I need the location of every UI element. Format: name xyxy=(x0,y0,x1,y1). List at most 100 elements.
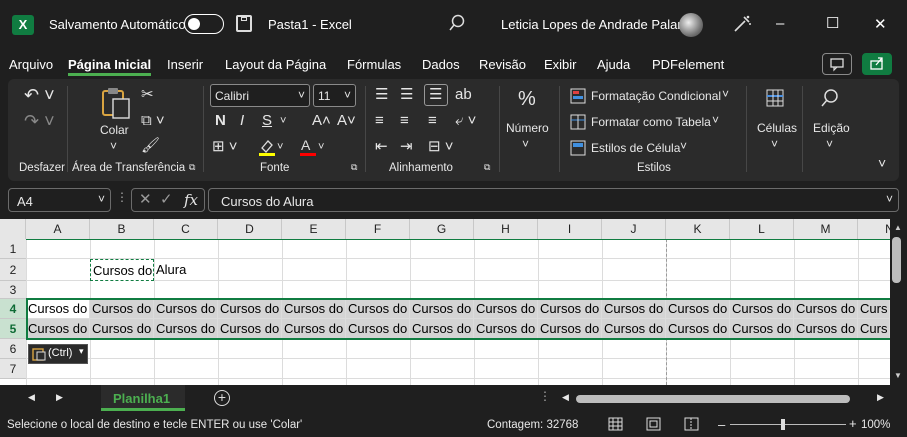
column-header[interactable]: H xyxy=(474,219,538,239)
cells-button[interactable]: Células xyxy=(757,121,797,135)
ribbon-collapse-icon[interactable]: ˅ xyxy=(878,155,886,171)
zoom-level[interactable]: 100% xyxy=(861,419,890,431)
scroll-down-icon[interactable]: ▼ xyxy=(894,371,902,380)
column-header[interactable]: K xyxy=(666,219,730,239)
zoom-out-button[interactable]: – xyxy=(718,417,725,432)
column-header[interactable]: L xyxy=(730,219,794,239)
tab-splitter-icon[interactable]: ⋮ xyxy=(539,389,551,403)
underline-dropdown-icon[interactable]: ˅ xyxy=(280,112,286,130)
dialog-launcher-icon[interactable]: ⧉ xyxy=(484,162,490,173)
comments-button[interactable] xyxy=(822,53,852,75)
cell-styles-button[interactable]: Estilos de Célula xyxy=(591,141,680,155)
italic-button[interactable]: I xyxy=(240,112,244,130)
next-sheet-icon[interactable]: ▶ xyxy=(56,392,63,403)
redo-icon[interactable]: ↷ ˅ xyxy=(24,112,55,130)
tab-arquivo[interactable]: Arquivo xyxy=(9,57,53,72)
zoom-slider[interactable] xyxy=(730,424,846,425)
autosave-toggle[interactable] xyxy=(184,14,224,34)
merge-center-icon[interactable]: ⊟ ˅ xyxy=(428,138,454,156)
scroll-left-icon[interactable]: ◀ xyxy=(562,392,569,403)
underline-button[interactable]: S xyxy=(262,112,272,130)
shrink-font-button[interactable]: A˅ xyxy=(337,112,356,130)
align-center-icon[interactable]: ≡ xyxy=(400,112,409,130)
chevron-down-icon[interactable]: ˅ xyxy=(771,137,778,151)
tab-inserir[interactable]: Inserir xyxy=(167,57,203,72)
column-header[interactable]: D xyxy=(218,219,282,239)
horizontal-scrollbar-thumb[interactable] xyxy=(576,395,850,403)
zoom-in-button[interactable]: + xyxy=(849,416,857,431)
align-right-icon[interactable]: ≡ xyxy=(428,112,437,130)
name-box[interactable]: A4 ˅ xyxy=(8,188,111,212)
tab-pagina-inicial[interactable]: Página Inicial xyxy=(68,57,152,76)
column-header[interactable]: N xyxy=(858,219,890,239)
page-layout-view-icon[interactable] xyxy=(646,417,662,435)
format-table-button[interactable]: Formatar como Tabela xyxy=(591,115,711,129)
column-header[interactable]: A xyxy=(26,219,90,239)
tab-formulas[interactable]: Fórmulas xyxy=(347,57,401,72)
row-header[interactable]: 5 xyxy=(0,319,26,339)
column-header[interactable]: C xyxy=(154,219,218,239)
paste-icon[interactable] xyxy=(100,86,132,123)
prev-sheet-icon[interactable]: ◀ xyxy=(28,392,35,403)
font-family-select[interactable]: Calibri ˅ xyxy=(210,84,310,107)
align-top-icon[interactable]: ☰ xyxy=(375,86,388,104)
tab-dados[interactable]: Dados xyxy=(422,57,460,72)
bold-button[interactable]: N xyxy=(215,112,226,130)
avatar[interactable] xyxy=(679,13,703,37)
editing-button[interactable]: Edição xyxy=(813,121,850,135)
row-header[interactable]: 1 xyxy=(0,239,26,259)
percent-icon[interactable]: % xyxy=(518,89,536,109)
cell-c2[interactable]: Alura xyxy=(154,259,218,281)
scroll-up-icon[interactable]: ▲ xyxy=(894,223,902,232)
tab-layout[interactable]: Layout da Página xyxy=(225,57,326,72)
cancel-icon[interactable]: ✕ xyxy=(139,191,152,209)
align-left-icon[interactable]: ≡ xyxy=(375,112,384,130)
cell-b2[interactable]: Cursos do xyxy=(90,259,154,281)
sheet-tab-planilha1[interactable]: Planilha1 xyxy=(101,385,185,411)
format-painter-icon[interactable]: 🖌 xyxy=(141,137,160,155)
row-header[interactable]: 7 xyxy=(0,359,26,379)
tab-revisao[interactable]: Revisão xyxy=(479,57,526,72)
page-break-view-icon[interactable] xyxy=(684,417,700,435)
share-button[interactable] xyxy=(862,53,892,75)
number-format-label[interactable]: Número xyxy=(506,121,549,135)
grow-font-button[interactable]: A˄ xyxy=(312,112,331,130)
column-header[interactable]: B xyxy=(90,219,154,239)
tab-exibir[interactable]: Exibir xyxy=(544,57,577,72)
normal-view-icon[interactable] xyxy=(608,417,624,435)
formula-bar-more-icon[interactable]: ⋮ xyxy=(116,190,128,204)
borders-icon[interactable]: ⊞ ˅ xyxy=(212,138,238,156)
paste-label[interactable]: Colar xyxy=(100,123,129,137)
row-header[interactable]: 3 xyxy=(0,281,26,299)
undo-icon[interactable]: ↶ ˅ xyxy=(24,86,55,104)
conditional-formatting-button[interactable]: Formatação Condicional xyxy=(591,89,721,103)
cut-icon[interactable]: ✂ xyxy=(141,86,154,104)
dialog-launcher-icon[interactable]: ⧉ xyxy=(351,162,357,173)
column-header[interactable]: I xyxy=(538,219,602,239)
column-header[interactable]: J xyxy=(602,219,666,239)
tab-ajuda[interactable]: Ajuda xyxy=(597,57,630,72)
chevron-down-icon[interactable]: ˅ xyxy=(722,87,729,101)
search-icon[interactable] xyxy=(448,14,466,35)
zoom-slider-thumb[interactable] xyxy=(781,419,785,430)
font-color-icon[interactable]: A xyxy=(298,137,318,160)
chevron-down-icon[interactable]: ˅ xyxy=(712,113,719,127)
orientation-icon[interactable]: ab xyxy=(455,86,472,104)
row-header[interactable]: 2 xyxy=(0,259,26,281)
maximize-button[interactable]: ☐ xyxy=(826,14,839,32)
select-all-corner[interactable] xyxy=(0,219,26,239)
formula-input[interactable]: Cursos do Alura ˅ xyxy=(208,188,899,212)
font-size-select[interactable]: 11 ˅ xyxy=(313,84,356,107)
minimize-button[interactable]: – xyxy=(776,15,784,32)
column-header[interactable]: F xyxy=(346,219,410,239)
scrollbar-thumb[interactable] xyxy=(892,237,901,283)
scroll-right-icon[interactable]: ▶ xyxy=(877,392,884,403)
chevron-down-icon[interactable]: ˅ xyxy=(826,137,833,151)
align-bottom-icon[interactable]: ☰ xyxy=(424,84,448,106)
paste-options-button[interactable]: (Ctrl) ▾ xyxy=(28,344,88,364)
column-header[interactable]: M xyxy=(794,219,858,239)
add-sheet-button[interactable]: + xyxy=(214,390,230,406)
designer-icon[interactable] xyxy=(731,13,753,38)
align-middle-icon[interactable]: ☰ xyxy=(400,86,413,104)
column-header[interactable]: G xyxy=(410,219,474,239)
